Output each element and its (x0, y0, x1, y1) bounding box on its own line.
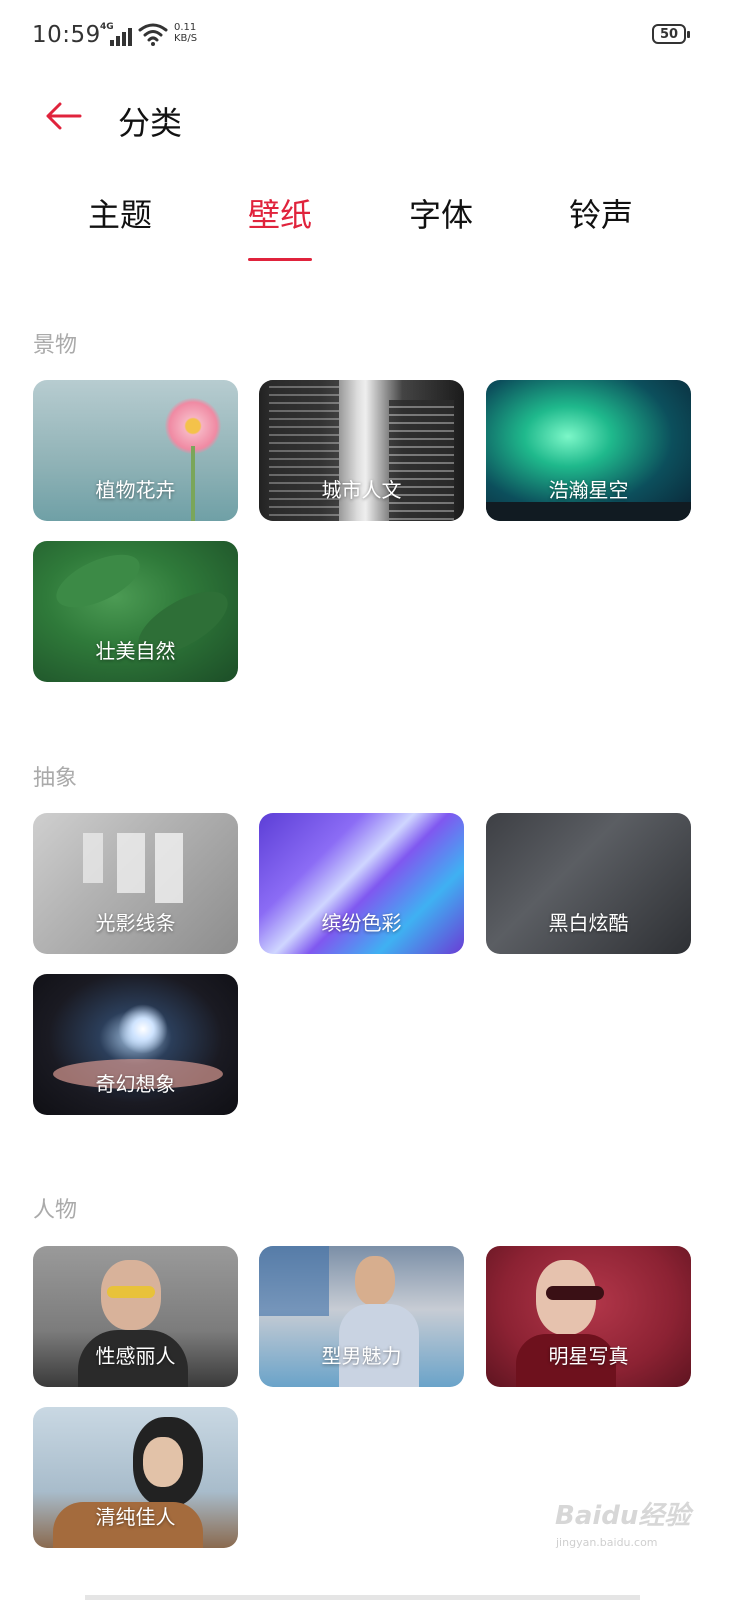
tab-fonts[interactable]: 字体 (381, 190, 501, 236)
signal-icon (110, 28, 132, 46)
light-strip (83, 833, 103, 883)
container-shape (259, 1246, 329, 1316)
battery-icon: 50 (652, 24, 690, 46)
leaf-shape (48, 543, 148, 619)
category-tile-fantasy[interactable]: 奇幻想象 (33, 974, 238, 1115)
page-title: 分类 (118, 104, 183, 142)
category-tabs: 主题 壁纸 字体 铃声 (0, 190, 738, 270)
section-title-people: 人物 (33, 1198, 78, 1223)
status-bar: 10:59 4G 0.11 KB/S 50 (0, 0, 738, 72)
battery-tip (687, 31, 690, 38)
tile-label: 缤纷色彩 (321, 911, 402, 935)
tile-label: 光影线条 (95, 911, 176, 935)
back-button[interactable] (40, 96, 86, 136)
sunglasses-shape (107, 1286, 155, 1298)
tab-wallpapers[interactable]: 壁纸 (220, 190, 340, 236)
category-tile-celebrity[interactable]: 明星写真 (486, 1246, 691, 1387)
category-tile-beauty[interactable]: 性感丽人 (33, 1246, 238, 1387)
sunglasses-shape (546, 1286, 604, 1300)
tile-label: 植物花卉 (95, 478, 176, 502)
category-tile-plants[interactable]: 植物花卉 (33, 380, 238, 521)
face-shape (355, 1256, 395, 1306)
category-tile-black-white[interactable]: 黑白炫酷 (486, 813, 691, 954)
status-time: 10:59 (32, 22, 101, 48)
app-header: 分类 (0, 82, 738, 152)
back-arrow-icon (46, 102, 82, 130)
tile-label: 奇幻想象 (95, 1072, 176, 1096)
tab-ringtones[interactable]: 铃声 (541, 190, 661, 236)
category-tile-nature[interactable]: 壮美自然 (33, 541, 238, 682)
category-tile-city[interactable]: 城市人文 (259, 380, 464, 521)
light-strip (117, 833, 145, 893)
horizon-silhouette (486, 502, 691, 521)
tile-label: 清纯佳人 (95, 1505, 176, 1529)
tile-label: 浩瀚星空 (548, 478, 629, 502)
tab-themes[interactable]: 主题 (60, 190, 180, 236)
tile-label: 黑白炫酷 (548, 911, 629, 935)
category-tile-starry-sky[interactable]: 浩瀚星空 (486, 380, 691, 521)
battery-level: 50 (652, 24, 686, 44)
light-strip (155, 833, 183, 903)
category-tile-pure-beauty[interactable]: 清纯佳人 (33, 1407, 238, 1548)
tile-label: 型男魅力 (321, 1344, 402, 1368)
category-tile-colorful[interactable]: 缤纷色彩 (259, 813, 464, 954)
tile-label: 性感丽人 (95, 1344, 176, 1368)
tile-label: 壮美自然 (95, 639, 176, 663)
category-tile-light-lines[interactable]: 光影线条 (33, 813, 238, 954)
wallpaper-category-page: 10:59 4G 0.11 KB/S 50 分类 主题 壁纸 字体 铃声 景物 … (0, 0, 738, 1600)
spark-glow (118, 1004, 168, 1054)
category-tile-handsome-men[interactable]: 型男魅力 (259, 1246, 464, 1387)
section-title-abstract: 抽象 (33, 766, 78, 791)
baidu-watermark-url: jingyan.baidu.com (556, 1536, 658, 1549)
tile-label: 城市人文 (321, 478, 402, 502)
section-title-scenery: 景物 (33, 333, 78, 358)
network-speed-unit: KB/S (174, 33, 198, 44)
tile-label: 明星写真 (548, 1344, 629, 1368)
bottom-divider (85, 1595, 640, 1600)
face-shape (143, 1437, 183, 1487)
network-speed-value: 0.11 (174, 22, 197, 33)
active-tab-indicator (248, 258, 312, 261)
wifi-icon (138, 23, 168, 46)
network-speed: 0.11 KB/S (174, 22, 197, 44)
baidu-watermark: Baidu经验 (555, 1501, 691, 1531)
